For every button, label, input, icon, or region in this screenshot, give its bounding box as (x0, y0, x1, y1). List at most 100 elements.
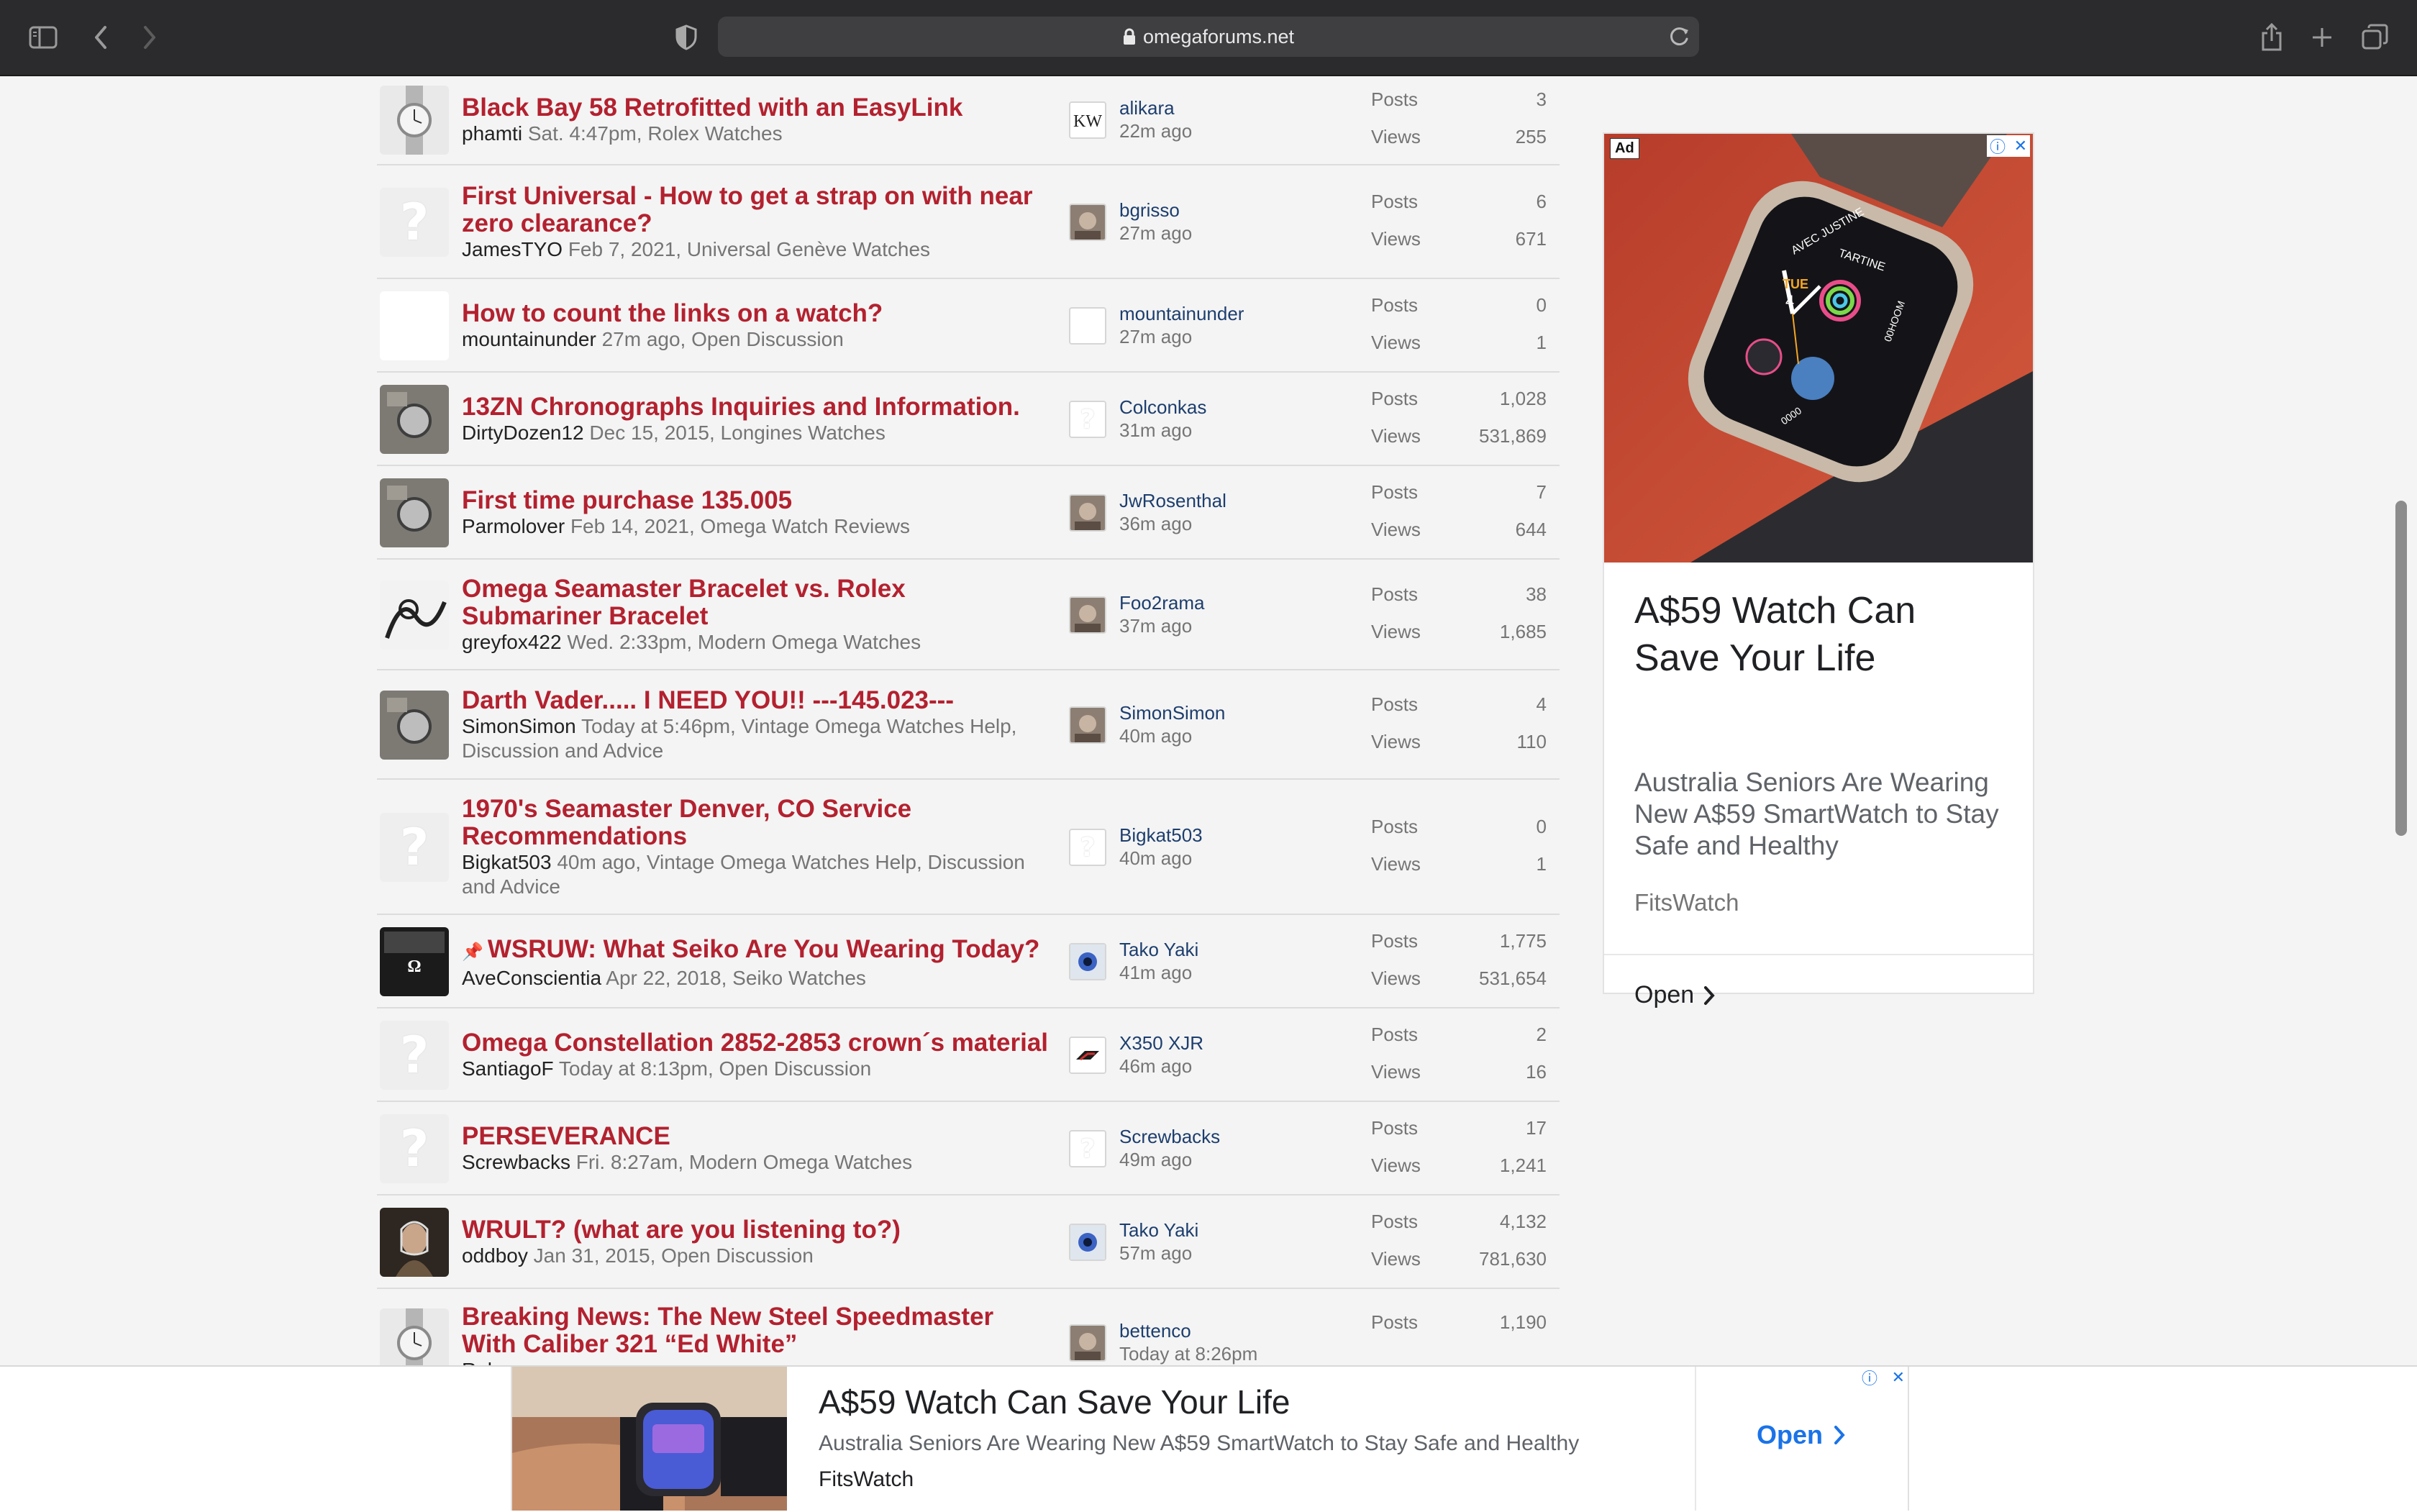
thread-meta-text[interactable]: Jan 31, 2015, Open Discussion (534, 1244, 814, 1267)
thread-title-text[interactable]: WRULT? (what are you listening to?) (462, 1216, 901, 1244)
thread-title-text[interactable]: 1970's Seamaster Denver, CO Service Reco… (462, 795, 911, 850)
last-poster-name[interactable]: bgrisso (1119, 199, 1180, 222)
anchor-ad-headline[interactable]: A$59 Watch Can Save Your Life (819, 1383, 1291, 1421)
thread-title[interactable]: PERSEVERANCE (462, 1123, 1052, 1150)
last-poster-avatar[interactable] (1069, 1037, 1106, 1074)
last-poster-name[interactable]: X350 XJR (1119, 1032, 1203, 1055)
last-post-time[interactable]: 37m ago (1119, 615, 1192, 637)
thread-author[interactable]: SimonSimon (462, 715, 576, 737)
thread-title[interactable]: 📌 WSRUW: What Seiko Are You Wearing Today… (462, 936, 1052, 966)
thread-author[interactable]: Screwbacks (462, 1151, 570, 1173)
last-poster-avatar[interactable]: KW (1069, 101, 1106, 139)
reload-icon[interactable] (1667, 24, 1692, 53)
thread-title-text[interactable]: Darth Vader..... I NEED YOU!! ---145.023… (462, 686, 954, 714)
thread-title[interactable]: 1970's Seamaster Denver, CO Service Reco… (462, 796, 1052, 850)
thread-meta-text[interactable]: 27m ago, Open Discussion (602, 328, 844, 350)
ad-image-smartwatch[interactable]: AVEC JUSTINE TARTINE TUE 4 00HOOM 0000 A… (1604, 134, 2033, 563)
info-icon[interactable]: ⓘ (1990, 135, 2006, 158)
anchor-ad-choices[interactable]: ⓘ ✕ (1862, 1367, 1905, 1388)
last-poster-name[interactable]: SimonSimon (1119, 702, 1225, 724)
thread-title[interactable]: Omega Constellation 2852-2853 crown´s ma… (462, 1029, 1052, 1057)
thread-title[interactable]: Breaking News: The New Steel Speedmaster… (462, 1303, 1052, 1358)
last-post-time[interactable]: 46m ago (1119, 1055, 1192, 1078)
thread-meta-text[interactable]: Feb 14, 2021, Omega Watch Reviews (570, 515, 910, 537)
thread-author[interactable]: AveConscientia (462, 967, 601, 989)
thread-title[interactable]: Black Bay 58 Retrofitted with an EasyLin… (462, 94, 1052, 122)
last-post-time[interactable]: 27m ago (1119, 222, 1192, 245)
anchor-ad[interactable]: A$59 Watch Can Save Your Life Australia … (511, 1367, 1909, 1511)
thread-author[interactable]: DirtyDozen12 (462, 422, 584, 444)
thread-author[interactable]: greyfox422 (462, 631, 562, 653)
thread-title-text[interactable]: Omega Seamaster Bracelet vs. Rolex Subma… (462, 575, 906, 630)
last-poster-avatar[interactable] (1069, 494, 1106, 532)
last-poster-avatar[interactable] (1069, 204, 1106, 241)
close-icon[interactable]: ✕ (2014, 137, 2027, 155)
last-poster-name[interactable]: JwRosenthal (1119, 490, 1226, 512)
thread-starter-avatar[interactable] (380, 86, 449, 155)
thread-starter-avatar[interactable] (380, 580, 449, 650)
thread-starter-avatar[interactable]: ? (380, 1021, 449, 1090)
thread-meta-text[interactable]: Dec 15, 2015, Longines Watches (589, 422, 885, 444)
thread-starter-avatar[interactable] (380, 385, 449, 454)
sidebar-icon[interactable] (23, 17, 63, 58)
last-poster-name[interactable]: alikara (1119, 97, 1175, 119)
thread-meta-text[interactable]: Wed. 2:33pm, Modern Omega Watches (567, 631, 921, 653)
thread-title-text[interactable]: First Universal - How to get a strap on … (462, 182, 1032, 237)
last-poster-avatar[interactable]: ? (1069, 1130, 1106, 1167)
thread-author[interactable]: mountainunder (462, 328, 596, 350)
thread-author[interactable]: Parmolover (462, 515, 565, 537)
thread-title-text[interactable]: WSRUW: What Seiko Are You Wearing Today? (488, 935, 1039, 963)
thread-title-text[interactable]: 13ZN Chronographs Inquiries and Informat… (462, 393, 1020, 421)
last-poster-name[interactable]: Tako Yaki (1119, 939, 1198, 961)
thread-author[interactable]: SantiagoF (462, 1057, 554, 1080)
last-poster-avatar[interactable]: ? (1069, 829, 1106, 866)
thread-meta-text[interactable]: Sat. 4:47pm, Rolex Watches (528, 122, 783, 145)
last-poster-avatar[interactable] (1069, 596, 1106, 634)
thread-starter-avatar[interactable]: ? (380, 188, 449, 257)
tab-overview-icon[interactable] (2355, 17, 2395, 58)
last-post-time[interactable]: Today at 8:26pm (1119, 1343, 1257, 1365)
last-poster-avatar[interactable] (1069, 1324, 1106, 1362)
thread-title[interactable]: WRULT? (what are you listening to?) (462, 1216, 1052, 1244)
last-post-time[interactable]: 22m ago (1119, 120, 1192, 142)
thread-title[interactable]: First time purchase 135.005 (462, 487, 1052, 514)
last-post-time[interactable]: 40m ago (1119, 725, 1192, 747)
last-post-time[interactable]: 36m ago (1119, 513, 1192, 535)
thread-starter-avatar[interactable] (380, 291, 449, 360)
thread-title[interactable]: First Universal - How to get a strap on … (462, 183, 1052, 237)
last-post-time[interactable]: 27m ago (1119, 326, 1192, 348)
address-bar[interactable]: omegaforums.net (718, 17, 1699, 57)
last-poster-name[interactable]: Tako Yaki (1119, 1219, 1198, 1242)
anchor-ad-description[interactable]: Australia Seniors Are Wearing New A$59 S… (819, 1431, 1579, 1456)
last-poster-avatar[interactable] (1069, 1224, 1106, 1261)
thread-title[interactable]: Omega Seamaster Bracelet vs. Rolex Subma… (462, 575, 1052, 630)
last-poster-avatar[interactable] (1069, 307, 1106, 345)
thread-starter-avatar[interactable] (380, 1208, 449, 1277)
last-post-time[interactable]: 31m ago (1119, 419, 1192, 442)
last-post-time[interactable]: 57m ago (1119, 1242, 1192, 1265)
thread-title[interactable]: How to count the links on a watch? (462, 300, 1052, 327)
anchor-ad-open-button[interactable]: Open (1757, 1420, 1846, 1450)
back-icon[interactable] (81, 17, 121, 58)
thread-title-text[interactable]: First time purchase 135.005 (462, 486, 792, 514)
last-poster-name[interactable]: Colconkas (1119, 396, 1206, 419)
last-post-time[interactable]: 49m ago (1119, 1149, 1192, 1171)
thread-starter-avatar[interactable]: ? (380, 1114, 449, 1183)
close-icon[interactable]: ✕ (1892, 1368, 1905, 1387)
last-poster-name[interactable]: mountainunder (1119, 303, 1244, 325)
page-scrollbar[interactable] (2395, 501, 2407, 836)
sidebar-ad[interactable]: AVEC JUSTINE TARTINE TUE 4 00HOOM 0000 A… (1603, 132, 2034, 1008)
ad-open-button[interactable]: Open (1634, 981, 1716, 1009)
forward-icon[interactable] (129, 17, 170, 58)
thread-title[interactable]: Darth Vader..... I NEED YOU!! ---145.023… (462, 687, 1052, 714)
ad-brand[interactable]: FitsWatch (1634, 889, 1739, 916)
thread-author[interactable]: oddboy (462, 1244, 528, 1267)
anchor-ad-brand[interactable]: FitsWatch (819, 1467, 914, 1492)
privacy-shield-icon[interactable] (666, 17, 706, 58)
ad-description[interactable]: Australia Seniors Are Wearing New A$59 S… (1634, 767, 2008, 862)
last-poster-name[interactable]: Bigkat503 (1119, 824, 1203, 847)
thread-starter-avatar[interactable]: ? (380, 813, 449, 882)
thread-author[interactable]: phamti (462, 122, 522, 145)
thread-title[interactable]: 13ZN Chronographs Inquiries and Informat… (462, 393, 1052, 421)
thread-title-text[interactable]: PERSEVERANCE (462, 1122, 670, 1150)
